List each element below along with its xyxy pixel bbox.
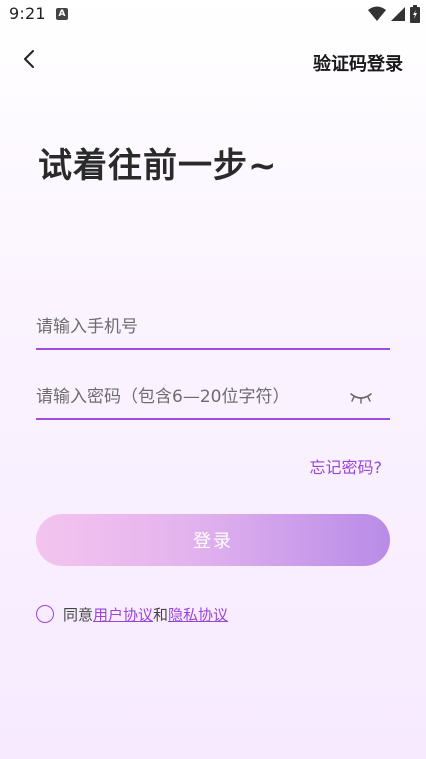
status-time: 9:21: [9, 4, 46, 23]
password-input[interactable]: [36, 382, 336, 412]
agreement-row: 同意 用户协议 和 隐私协议: [36, 603, 228, 625]
battery-icon: [410, 5, 420, 27]
password-visibility-toggle[interactable]: [348, 388, 374, 408]
status-icons: [368, 5, 420, 27]
notification-icon: A: [56, 8, 68, 20]
login-button[interactable]: 登录: [36, 514, 390, 566]
top-bar: 验证码登录: [0, 40, 426, 84]
user-agreement-link[interactable]: 用户协议: [93, 604, 153, 625]
agreement-and: 和: [153, 605, 169, 624]
status-bar: 9:21 A: [0, 0, 426, 28]
eye-closed-icon: [349, 389, 373, 408]
page-title: 试着往前一步~: [38, 146, 278, 186]
back-button[interactable]: [14, 46, 44, 76]
sms-login-link[interactable]: 验证码登录: [313, 50, 403, 76]
password-field-container: [36, 372, 390, 420]
forgot-password-link[interactable]: 忘记密码?: [310, 454, 383, 478]
privacy-policy-link[interactable]: 隐私协议: [168, 604, 228, 625]
agreement-prefix: 同意: [63, 605, 94, 624]
agree-radio[interactable]: [36, 605, 54, 623]
chevron-left-icon: [22, 49, 36, 73]
wifi-icon: [368, 6, 386, 26]
phone-input[interactable]: [36, 312, 336, 342]
phone-field-container: [36, 302, 390, 350]
signal-icon: [391, 6, 405, 26]
